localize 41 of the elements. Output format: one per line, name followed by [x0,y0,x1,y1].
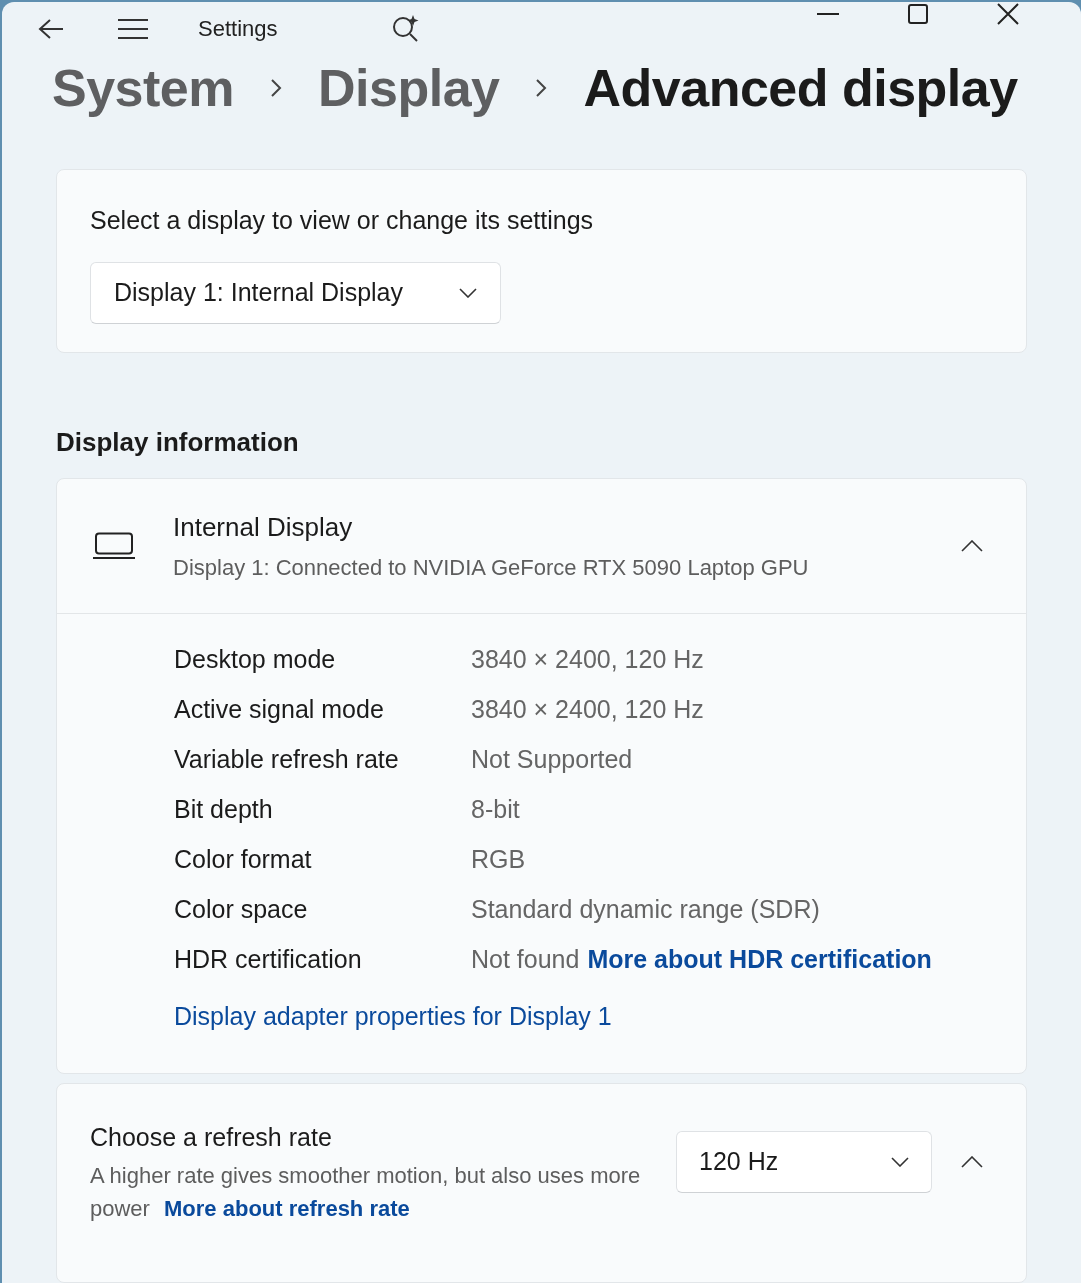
breadcrumb-link[interactable]: System [52,49,234,127]
info-label: Active signal mode [174,693,385,725]
info-label: Color format [174,843,313,875]
display-title: Internal Display [173,510,354,544]
window-title: Settings [198,15,278,43]
info-value: RGB [471,843,526,875]
refresh-rate-dropdown[interactable]: 120 Hz [676,1131,933,1193]
info-label: HDR certification [174,943,363,975]
maximize-icon [908,3,928,24]
minimize-icon [817,12,839,15]
chevron-up-icon [961,539,983,552]
info-value: 3840 × 2400, 120 Hz [471,643,704,675]
adapter-properties-link[interactable]: Display adapter properties for Display 1 [174,997,612,1035]
laptop-icon [93,531,135,560]
refresh-rate-description: A higher rate gives smoother motion, but also uses more power More about refresh rate [90,1161,642,1223]
info-label: Desktop mode [174,643,337,675]
close-icon [997,2,1019,25]
info-value: 8-bit [471,793,520,825]
info-label: Variable refresh rate [174,743,400,775]
menu-icon [118,17,148,40]
back-arrow-icon [37,17,65,40]
select-label: Select a display to view or change its settings [90,205,595,236]
display-dropdown[interactable]: Display 1: Internal Display [90,261,501,324]
refresh-rate-title: Choose a refresh rate [90,1122,333,1153]
info-label: Color space [174,893,309,925]
chevron-right-icon [270,78,282,98]
info-value: Standard dynamic range (SDR) [471,893,820,925]
breadcrumb-link[interactable]: Display [318,49,500,127]
info-value: 3840 × 2400, 120 Hz [471,693,704,725]
hdr-info-link[interactable]: More about HDR certification [587,933,932,984]
info-label: Bit depth [174,793,274,825]
info-value: Not Supported [471,743,633,775]
refresh-rate-link[interactable]: More about refresh rate [164,1195,410,1221]
chevron-up-icon [961,1156,984,1168]
chevron-down-icon [459,287,477,298]
chevron-right-icon [535,78,548,98]
section-heading: Display information [56,425,300,459]
display-subtitle: Display 1: Connected to NVIDIA GeForce RTX 5090 Laptop GPU [173,553,810,582]
info-value: Not found [471,943,580,975]
page-title: Advanced display [583,58,1018,119]
chevron-down-icon [891,1157,910,1167]
